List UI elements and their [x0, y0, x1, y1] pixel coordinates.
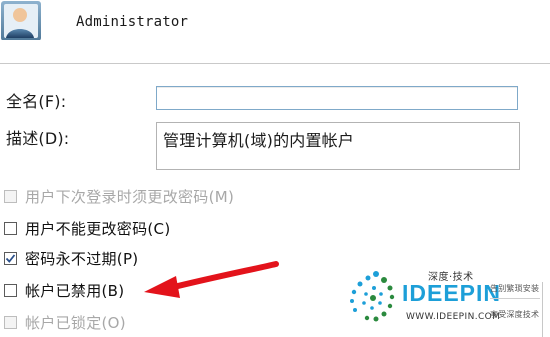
option-label[interactable]: 帐户已禁用(B) — [25, 280, 124, 301]
description-label: 描述(D): — [6, 129, 70, 148]
brand-tagline-2: 享受深度技术 — [490, 310, 540, 319]
option-label: 用户下次登录时须更改密码(M) — [25, 187, 235, 206]
option-account-disabled[interactable]: 帐户已禁用(B) — [4, 279, 124, 301]
header-divider — [0, 63, 550, 64]
full-name-input[interactable] — [156, 86, 518, 110]
brand-name: IDEEPIN — [402, 280, 502, 306]
brand-url: WWW.IDEEPIN.COM — [406, 312, 501, 322]
ideepin-logo-icon — [350, 271, 395, 322]
cannot-change-password-checkbox[interactable] — [4, 221, 17, 235]
red-arrow-annotation — [144, 261, 279, 298]
description-input[interactable]: 管理计算机(域)的内置帐户 — [156, 122, 520, 170]
user-name: Administrator — [76, 14, 189, 30]
brand-tagline-1: 告别繁琐安装 — [490, 284, 540, 293]
option-label: 帐户已锁定(O) — [25, 313, 126, 332]
full-name-label: 全名(F): — [6, 92, 67, 111]
brand-divider — [490, 298, 540, 299]
option-password-never-expires[interactable]: 密码永不过期(P) — [4, 247, 138, 269]
option-must-change-password: 用户下次登录时须更改密码(M) — [4, 185, 234, 207]
option-cannot-change-password[interactable]: 用户不能更改密码(C) — [4, 217, 170, 239]
option-label[interactable]: 用户不能更改密码(C) — [25, 218, 170, 239]
must-change-password-checkbox — [4, 189, 17, 203]
checkmark-icon — [5, 253, 16, 263]
option-account-locked: 帐户已锁定(O) — [4, 311, 126, 333]
password-never-expires-checkbox[interactable] — [4, 251, 17, 265]
edge-frame — [542, 282, 550, 337]
account-disabled-checkbox[interactable] — [4, 283, 17, 297]
option-label[interactable]: 密码永不过期(P) — [25, 248, 138, 269]
account-locked-checkbox — [4, 315, 17, 329]
user-account-icon — [0, 0, 44, 46]
